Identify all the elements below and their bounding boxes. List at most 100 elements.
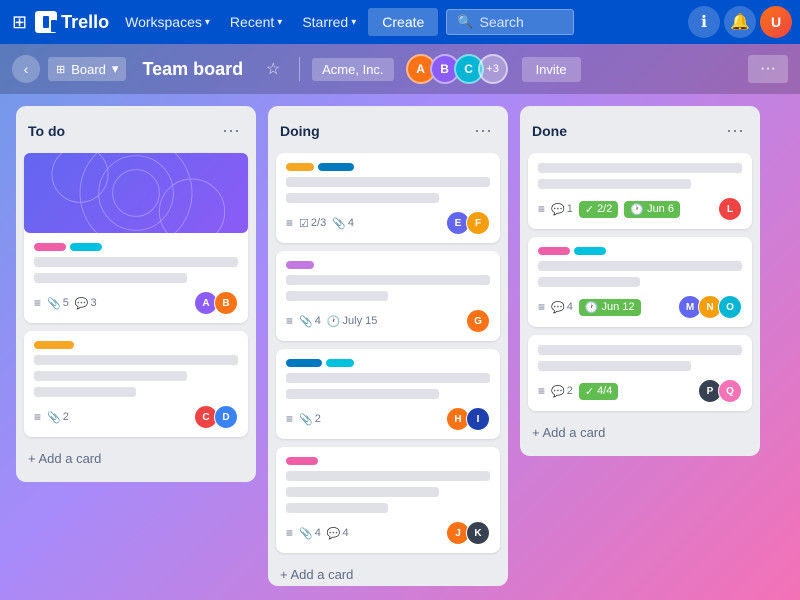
trello-logo[interactable]: Trello: [35, 11, 109, 33]
hamburger-icon: ≡: [538, 202, 545, 216]
board-view-badge[interactable]: ⊞ Board ▾: [48, 57, 126, 81]
card-member-avatars: G: [466, 309, 490, 333]
search-box[interactable]: 🔍: [446, 9, 574, 35]
column-doing-title: Doing: [280, 123, 320, 139]
workspace-badge[interactable]: Acme, Inc.: [312, 58, 393, 81]
paperclip-icon: 📎: [299, 527, 313, 540]
add-card-button-done[interactable]: + Add a card: [528, 419, 752, 446]
create-button[interactable]: Create: [368, 8, 438, 36]
card-member-avatars: A B: [194, 291, 238, 315]
label-teal: [326, 359, 354, 367]
card-member-avatar[interactable]: B: [214, 291, 238, 315]
card-meta: ≡ 📎 4 🕐 July 15 G: [286, 309, 490, 333]
hamburger-icon: ≡: [538, 384, 545, 398]
label-cyan: [574, 247, 606, 255]
card-labels: [286, 163, 490, 171]
card-labels: [538, 247, 742, 255]
back-button[interactable]: ‹: [12, 55, 40, 83]
chevron-down-icon: ▾: [112, 61, 119, 77]
grid-icon[interactable]: ⊞: [8, 8, 31, 37]
board-title[interactable]: Team board: [134, 55, 251, 84]
card-text-line: [538, 361, 691, 371]
card-member-avatar[interactable]: I: [466, 407, 490, 431]
column-doing-menu-button[interactable]: ···: [470, 118, 496, 143]
card-member-avatar[interactable]: D: [214, 405, 238, 429]
add-card-button-doing[interactable]: + Add a card: [276, 561, 500, 586]
card-text-line: [286, 177, 490, 187]
doing-card-4[interactable]: ≡ 📎 4 💬 4 J K: [276, 447, 500, 553]
label-pink: [538, 247, 570, 255]
hamburger-icon: ≡: [34, 296, 41, 310]
checklist-badge: ✓ 2/2: [579, 201, 619, 218]
doing-card-2[interactable]: ≡ 📎 4 🕐 July 15 G: [276, 251, 500, 341]
todo-card-2[interactable]: ≡ 📎 2 C D: [24, 331, 248, 437]
comments-meta: 💬 1: [551, 203, 573, 216]
notifications-icon-button[interactable]: 🔔: [724, 6, 756, 38]
card-member-avatar[interactable]: G: [466, 309, 490, 333]
comments-meta: 💬 2: [551, 385, 573, 398]
card-text-line: [286, 487, 439, 497]
clock-icon: 🕐: [327, 315, 341, 328]
card-text-line: [286, 291, 388, 301]
due-date: July 15: [343, 315, 378, 327]
card-member-avatars: E F: [446, 211, 490, 235]
card-meta: ≡ 📎 5 💬 3 A B: [34, 291, 238, 315]
chevron-down-icon: ▾: [205, 17, 210, 28]
info-icon-button[interactable]: ℹ: [688, 6, 720, 38]
card-text-line: [34, 257, 238, 267]
column-todo-header: To do ···: [24, 116, 248, 145]
column-done-menu-button[interactable]: ···: [722, 118, 748, 143]
comments-count: 3: [91, 297, 97, 309]
more-options-button[interactable]: ···: [748, 55, 788, 83]
card-member-avatars: J K: [446, 521, 490, 545]
card-meta: ≡ 📎 2 C D: [34, 405, 238, 429]
card-member-avatar[interactable]: F: [466, 211, 490, 235]
label-pink: [286, 457, 318, 465]
search-icon: 🔍: [457, 14, 473, 30]
label-yellow: [286, 163, 314, 171]
card-member-avatar[interactable]: Q: [718, 379, 742, 403]
trello-wordmark: Trello: [61, 12, 109, 33]
todo-card-1[interactable]: ≡ 📎 5 💬 3 A B: [24, 153, 248, 323]
column-todo: To do ··· ≡: [16, 106, 256, 482]
doing-card-1[interactable]: ≡ ☑ 2/3 📎 4 E F: [276, 153, 500, 243]
user-avatar[interactable]: U: [760, 6, 792, 38]
due-date-badge: 🕐 Jun 12: [579, 299, 641, 316]
attachments-count: 5: [63, 297, 69, 309]
hamburger-icon: ≡: [286, 314, 293, 328]
done-card-1[interactable]: ≡ 💬 1 ✓ 2/2 🕐 Jun 6 L: [528, 153, 752, 229]
doing-card-3[interactable]: ≡ 📎 2 H I: [276, 349, 500, 439]
starred-menu[interactable]: Starred ▾: [294, 8, 364, 36]
invite-button[interactable]: Invite: [522, 57, 581, 82]
column-todo-menu-button[interactable]: ···: [218, 118, 244, 143]
hamburger-icon: ≡: [286, 216, 293, 230]
attachments-count: 4: [315, 315, 321, 327]
card-text-line: [286, 193, 439, 203]
more-members-badge[interactable]: +3: [478, 54, 508, 84]
comments-count: 4: [343, 527, 349, 539]
star-button[interactable]: ☆: [259, 55, 287, 83]
card-meta: ≡ 💬 1 ✓ 2/2 🕐 Jun 6 L: [538, 197, 742, 221]
done-card-3[interactable]: ≡ 💬 2 ✓ 4/4 P Q: [528, 335, 752, 411]
workspaces-menu[interactable]: Workspaces ▾: [117, 8, 218, 36]
paperclip-icon: 📎: [299, 315, 313, 328]
column-done-title: Done: [532, 123, 567, 139]
card-member-avatar[interactable]: O: [718, 295, 742, 319]
search-input[interactable]: [479, 14, 563, 30]
hamburger-icon: ≡: [286, 412, 293, 426]
recent-menu[interactable]: Recent ▾: [222, 8, 290, 36]
card-meta: ≡ 📎 2 H I: [286, 407, 490, 431]
done-card-2[interactable]: ≡ 💬 4 🕐 Jun 12 M N O: [528, 237, 752, 327]
card-member-avatars: H I: [446, 407, 490, 431]
attachments-count: 2: [315, 413, 321, 425]
add-card-button-todo[interactable]: + Add a card: [24, 445, 248, 472]
attachments-meta: 📎 4: [332, 217, 354, 230]
comment-icon: 💬: [551, 203, 565, 216]
label-cyan: [70, 243, 102, 251]
label-yellow: [34, 341, 74, 349]
paperclip-icon: 📎: [299, 413, 313, 426]
card-text-line: [538, 179, 691, 189]
card-member-avatar[interactable]: L: [718, 197, 742, 221]
card-member-avatar[interactable]: K: [466, 521, 490, 545]
hamburger-icon: ≡: [286, 526, 293, 540]
